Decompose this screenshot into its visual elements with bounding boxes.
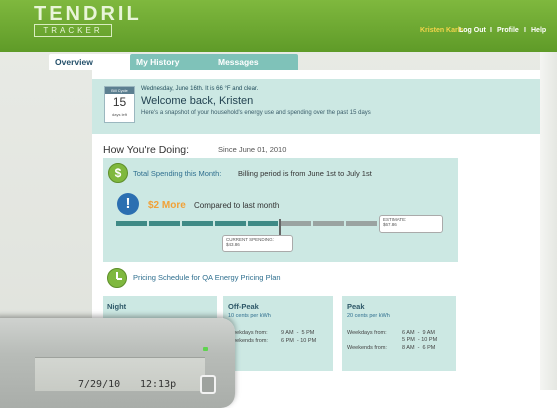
status-led xyxy=(203,347,208,351)
exclamation-icon: ! xyxy=(117,193,139,215)
billing-period: Billing period is from June 1st to July … xyxy=(238,169,372,178)
pricing-card-rate: 20 cents per kWh xyxy=(347,313,390,319)
welcome-subtitle: Here's a snapshot of your household's en… xyxy=(141,110,371,116)
profile-link[interactable]: Profile xyxy=(497,27,519,34)
pricing-line-value: 6 PM - 10 PM xyxy=(281,338,317,344)
progress-segment xyxy=(280,221,312,226)
section-title: How You're Doing: xyxy=(103,144,190,156)
pricing-line-label: Weekends from: xyxy=(347,345,387,351)
pricing-card-peak: Peak 20 cents per kWh Weekdays from: 6 A… xyxy=(342,296,456,371)
current-spending-value: $43.86 xyxy=(226,242,240,247)
clock-icon xyxy=(107,268,127,288)
welcome-title: Welcome back, Kristen xyxy=(141,95,254,107)
dollar-icon: $ xyxy=(108,163,128,183)
bill-cycle-label: Bill Cycle xyxy=(105,87,134,94)
link-separator: I xyxy=(490,27,492,34)
calendar-icon: Bill Cycle 15 days left xyxy=(104,86,135,123)
tab-overview[interactable]: Overview xyxy=(49,54,135,70)
pricing-card-name: Peak xyxy=(347,302,365,311)
progress-segment xyxy=(181,221,213,226)
estimate-callout: ESTIMATE: $67.86 xyxy=(379,215,443,233)
comparison-text: Compared to last month xyxy=(194,201,280,210)
progress-segment xyxy=(346,221,378,226)
tab-my-history[interactable]: My History xyxy=(130,54,216,70)
pricing-title: Pricing Schedule for QA Energy Pricing P… xyxy=(133,273,281,282)
spending-difference: $2 More xyxy=(148,200,186,211)
link-separator: I xyxy=(524,27,526,34)
tab-messages[interactable]: Messages xyxy=(212,54,298,70)
tendril-logo[interactable]: TENDRIL xyxy=(34,3,142,26)
device-date: 7/29/10 xyxy=(78,379,121,390)
pricing-line-value: 9 AM - 5 PM xyxy=(281,330,315,336)
logout-link[interactable]: Log Out xyxy=(459,27,486,34)
days-left-label: days left xyxy=(112,112,127,117)
current-spending-marker xyxy=(278,219,281,235)
help-link[interactable]: Help xyxy=(531,27,546,34)
user-name: Kristen Karls xyxy=(420,27,464,34)
current-spending-callout: CURRENT SPENDING: $43.86 xyxy=(222,235,293,252)
progress-segment xyxy=(313,221,345,226)
pricing-card-off-peak: Off-Peak 10 cents per kWh Weekdays from:… xyxy=(223,296,333,371)
progress-segment xyxy=(148,221,180,226)
progress-segment xyxy=(247,221,279,226)
progress-segment xyxy=(214,221,246,226)
device-button[interactable] xyxy=(200,375,216,394)
pricing-card-name: Off-Peak xyxy=(228,302,259,311)
estimate-value: $67.86 xyxy=(383,222,397,227)
pricing-card-rate: 10 cents per kWh xyxy=(228,313,271,319)
pricing-line-label: Weekdays from: xyxy=(347,330,387,336)
page-edge xyxy=(540,40,557,390)
spending-title: Total Spending this Month: xyxy=(133,169,222,178)
pricing-line-value: 5 PM - 10 PM xyxy=(402,337,438,343)
pricing-line-value: 6 AM - 9 AM xyxy=(402,330,436,336)
days-left-count: 15 xyxy=(112,95,127,109)
progress-segment xyxy=(116,221,147,226)
pricing-line-value: 8 AM - 6 PM xyxy=(402,345,436,351)
pricing-card-name: Night xyxy=(107,302,127,311)
weather-text: Wednesday, June 16th. It is 66 °F and cl… xyxy=(141,86,259,92)
since-date: Since June 01, 2010 xyxy=(218,145,287,154)
tracker-logo-label: TRACKER xyxy=(34,24,112,37)
device-time: 12:13p xyxy=(140,379,177,390)
